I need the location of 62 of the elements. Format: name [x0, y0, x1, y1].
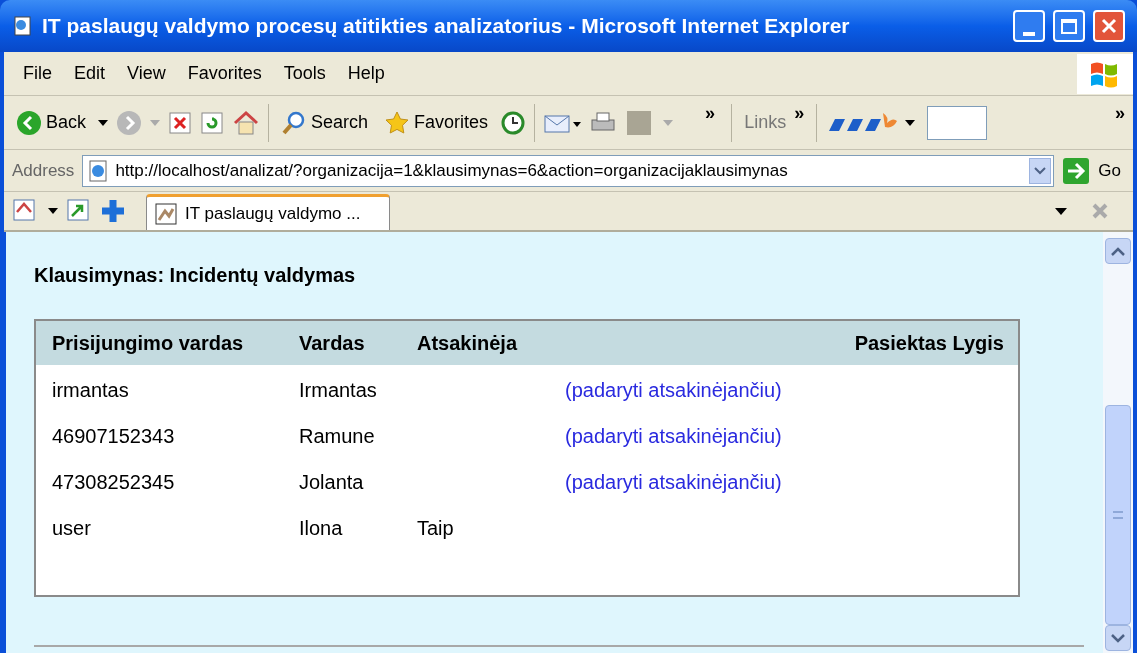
chevron-button[interactable]: » [794, 100, 805, 127]
column-header: Vardas [299, 331, 366, 356]
address-label: Address [12, 159, 75, 182]
stop-icon[interactable] [168, 110, 193, 135]
scroll-down-button[interactable] [1105, 625, 1131, 651]
caret-down-icon [1111, 633, 1125, 643]
home-icon[interactable] [232, 109, 261, 136]
browser-tab[interactable]: IT paslaugų valdymo ... [146, 194, 390, 230]
search-button[interactable]: Search [277, 109, 373, 136]
table-cell-text: irmantas [52, 378, 130, 403]
column-header: Atsakinėja [417, 331, 519, 356]
menu-item[interactable]: Favorites [176, 60, 273, 87]
add-icon[interactable] [100, 198, 126, 224]
table-cell-text: 46907152343 [52, 424, 176, 449]
caret-up-icon [1111, 246, 1125, 256]
go-button[interactable]: Go [1062, 156, 1125, 185]
column-header: Pasiektas Lygis [853, 331, 1004, 356]
refresh-icon[interactable] [200, 110, 225, 135]
back-button[interactable]: Back [12, 109, 91, 136]
column-header: Prisijungimo vardas [52, 331, 245, 356]
table-cell-text: Jolanta [299, 470, 365, 495]
tab-page-icon [155, 202, 177, 225]
minimize-button[interactable] [1013, 10, 1045, 42]
menu-item[interactable]: Edit [63, 60, 117, 87]
dropdown-caret-icon[interactable] [48, 208, 58, 214]
vertical-scrollbar[interactable] [1103, 232, 1133, 653]
make-responsible-link[interactable]: (padaryti atsakinėjančiu) [565, 421, 782, 451]
maximize-button[interactable] [1053, 10, 1085, 42]
dropdown-caret-icon[interactable] [1055, 207, 1067, 215]
history-icon[interactable] [500, 109, 527, 136]
address-dropdown-button[interactable] [1029, 157, 1052, 184]
address-field[interactable]: http://localhost/analizat/?organizacija=1&klausimynas=6&action=organizacijaklausimynas [82, 154, 1055, 187]
scroll-up-button[interactable] [1105, 238, 1131, 264]
table-cell-text: Ilona [299, 516, 344, 541]
star-icon [384, 109, 411, 136]
close-icon [1101, 18, 1117, 34]
menu-item[interactable]: File [12, 60, 63, 87]
window-title: IT paslaugų valdymo procesų atitikties analizatorius - Microsoft Internet Explorer [42, 13, 851, 40]
table-cell-text: Irmantas [299, 378, 378, 403]
page-heading: Klausimynas: Incidentų valdymas [34, 263, 357, 288]
chevron-button[interactable]: » [705, 100, 716, 127]
scroll-thumb[interactable] [1105, 405, 1131, 625]
chevron-button[interactable]: » [1115, 100, 1125, 127]
caret-icon [1034, 166, 1047, 175]
menu-item[interactable]: Help [336, 60, 396, 87]
page-icon [12, 15, 34, 37]
close-button[interactable] [1093, 10, 1125, 42]
menu-item[interactable]: Tools [272, 60, 337, 87]
search-field[interactable] [927, 105, 988, 140]
windows-logo-icon [1077, 53, 1133, 94]
links-label[interactable]: Links [744, 109, 787, 136]
make-responsible-link[interactable]: (padaryti atsakinėjančiu) [565, 375, 782, 405]
dropdown-caret-icon[interactable] [98, 119, 109, 126]
menu-item[interactable]: View [116, 60, 177, 87]
table-cell-text: Ramune [299, 424, 376, 449]
add-favorite-icon[interactable] [66, 198, 92, 224]
table-cell-text: Taip [417, 516, 455, 541]
favorites-button[interactable]: Favorites [380, 109, 493, 136]
table-cell-text: 47308252345 [52, 470, 176, 495]
make-responsible-link[interactable]: (padaryti atsakinėjančiu) [565, 467, 782, 497]
table-cell-text: user [52, 516, 92, 541]
dropdown-caret-icon[interactable] [905, 119, 916, 126]
